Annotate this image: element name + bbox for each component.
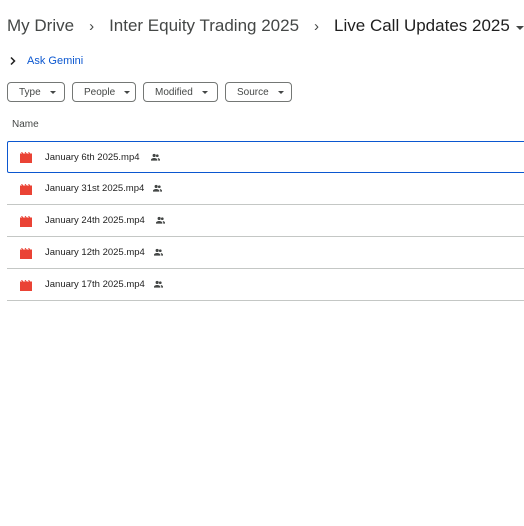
- caret-down-icon: [124, 90, 131, 94]
- people-icon: [153, 184, 162, 192]
- filter-modified-chip[interactable]: Modified: [143, 82, 218, 102]
- file-name: January 17th 2025.mp4: [45, 279, 145, 290]
- caret-down-icon: [277, 90, 284, 94]
- file-name: January 31st 2025.mp4: [45, 183, 145, 194]
- file-row[interactable]: January 6th 2025.mp4: [7, 141, 524, 173]
- people-icon: [156, 216, 165, 224]
- caret-down-icon: [515, 26, 524, 30]
- filter-chips: Type People Modified Source: [7, 82, 292, 102]
- filter-modified-label: Modified: [155, 86, 193, 98]
- ask-gemini-toggle[interactable]: Ask Gemini: [8, 53, 83, 69]
- file-row[interactable]: January 12th 2025.mp4: [7, 237, 524, 269]
- file-row[interactable]: January 31st 2025.mp4: [7, 173, 524, 205]
- filter-source-chip[interactable]: Source: [225, 82, 292, 102]
- filter-type-label: Type: [19, 86, 41, 98]
- current-folder-label: Live Call Updates 2025: [334, 16, 510, 35]
- filter-people-chip[interactable]: People: [72, 82, 136, 102]
- filter-type-chip[interactable]: Type: [7, 82, 65, 102]
- file-name: January 12th 2025.mp4: [45, 247, 145, 258]
- filter-people-label: People: [84, 86, 116, 98]
- file-list: January 6th 2025.mp4 January 31st 2025.m…: [7, 141, 524, 301]
- file-row[interactable]: January 24th 2025.mp4: [7, 205, 524, 237]
- caret-down-icon: [201, 90, 208, 94]
- people-icon: [154, 248, 163, 256]
- column-header-name[interactable]: Name: [12, 119, 39, 130]
- filter-source-label: Source: [237, 86, 269, 98]
- drive-folder-view: My Drive › Inter Equity Trading 2025 › L…: [0, 0, 524, 526]
- caret-down-icon: [49, 90, 56, 94]
- breadcrumb-inter-equity-trading[interactable]: Inter Equity Trading 2025: [109, 16, 299, 36]
- video-file-icon: [20, 280, 32, 291]
- breadcrumb-separator: ›: [314, 17, 320, 35]
- breadcrumb-separator: ›: [89, 17, 95, 35]
- chevron-right-icon: [10, 56, 16, 66]
- video-file-icon: [20, 216, 32, 227]
- breadcrumb-my-drive[interactable]: My Drive: [7, 16, 74, 36]
- video-file-icon: [20, 152, 32, 163]
- file-name: January 6th 2025.mp4: [45, 151, 140, 163]
- ask-gemini-label: Ask Gemini: [27, 55, 84, 67]
- people-icon: [154, 280, 163, 288]
- video-file-icon: [20, 248, 32, 259]
- breadcrumb: My Drive › Inter Equity Trading 2025 › L…: [7, 14, 524, 38]
- people-icon: [151, 153, 160, 161]
- video-file-icon: [20, 184, 32, 195]
- file-name: January 24th 2025.mp4: [45, 215, 145, 226]
- file-row[interactable]: January 17th 2025.mp4: [7, 269, 524, 301]
- breadcrumb-current-folder[interactable]: Live Call Updates 2025: [334, 16, 524, 36]
